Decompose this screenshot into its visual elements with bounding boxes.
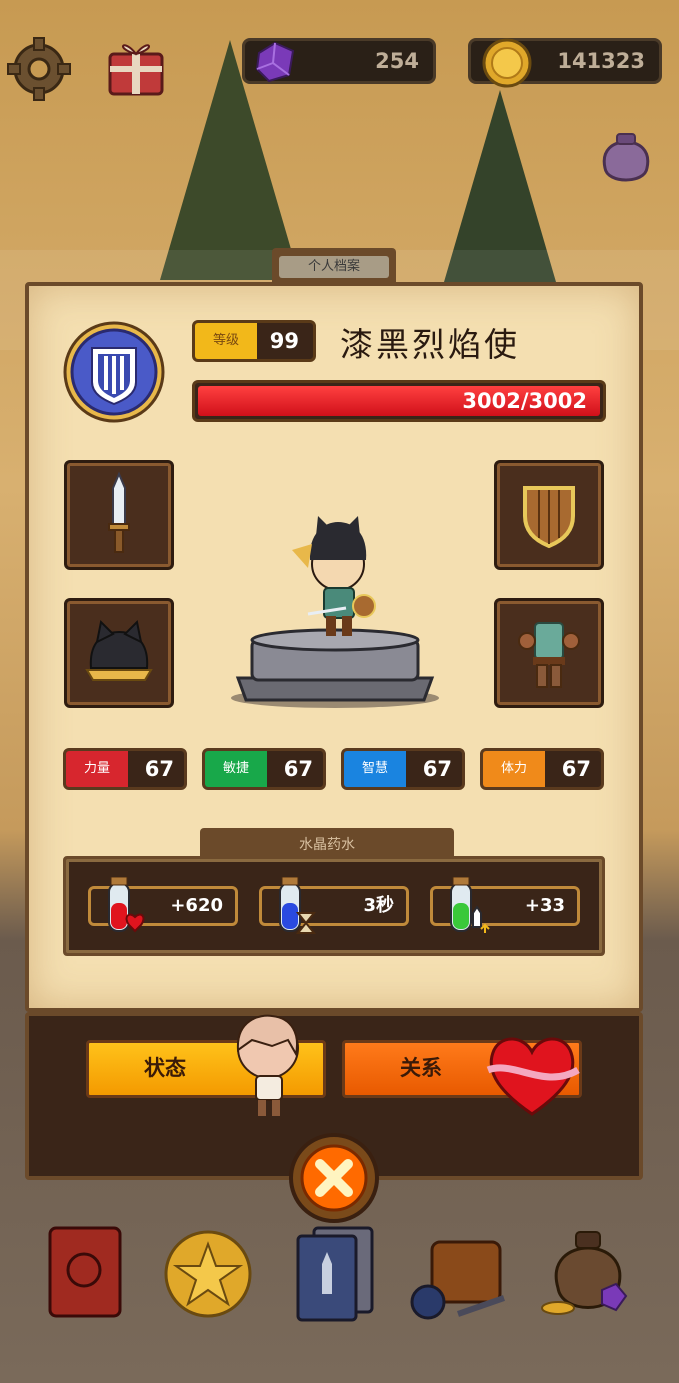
stat-value: 67 bbox=[561, 757, 591, 781]
stat-label: 智慧 bbox=[344, 751, 406, 787]
stat-value: 67 bbox=[283, 757, 313, 781]
stat-label: 敏捷 bbox=[205, 751, 267, 787]
stat-label: 体力 bbox=[483, 751, 545, 787]
stat-value: 67 bbox=[144, 757, 174, 781]
time-potion[interactable]: 3秒 bbox=[259, 877, 409, 934]
blue-hourglass-potion-icon bbox=[279, 877, 317, 934]
treasure-bag-icon bbox=[602, 133, 650, 182]
coin-counter: 141323 bbox=[468, 38, 662, 88]
hp-bar: 3002/3002 bbox=[192, 380, 606, 422]
hero-display bbox=[228, 510, 442, 710]
level-value: 99 bbox=[269, 329, 299, 353]
armor-slot[interactable] bbox=[494, 598, 604, 708]
close-icon bbox=[300, 1144, 368, 1212]
menu-achievements[interactable] bbox=[162, 1228, 254, 1320]
cat-ear-helmet-icon bbox=[85, 619, 153, 681]
stat-agility: 敏捷 67 bbox=[202, 748, 326, 790]
companion-sprite bbox=[236, 1014, 299, 1116]
adventure-bag-icon bbox=[410, 1240, 505, 1320]
loot-sack-icon bbox=[541, 1231, 628, 1315]
stat-strength: 力量 67 bbox=[63, 748, 187, 790]
shield-emblem-icon bbox=[63, 321, 165, 423]
gold-coin-icon bbox=[482, 38, 532, 88]
hero-character bbox=[231, 516, 439, 708]
purple-gem-icon bbox=[255, 41, 295, 83]
menu-loot[interactable] bbox=[540, 1224, 632, 1322]
relation-heart bbox=[484, 1030, 580, 1118]
level-label: 等级 bbox=[195, 323, 257, 359]
hp-text: 3002/3002 bbox=[462, 389, 587, 413]
profile-tab-title: 个人档案 bbox=[279, 256, 389, 278]
menu-cards[interactable] bbox=[292, 1224, 378, 1322]
menu-journal[interactable] bbox=[44, 1222, 126, 1322]
menu-inventory[interactable] bbox=[408, 1222, 512, 1324]
weapon-slot[interactable] bbox=[64, 460, 174, 570]
star-coin-icon bbox=[164, 1230, 252, 1318]
stat-wisdom: 智慧 67 bbox=[341, 748, 465, 790]
attack-potion[interactable]: +33 bbox=[430, 877, 580, 933]
hp-potion[interactable]: +620 bbox=[88, 877, 238, 933]
attack-potion-value: +33 bbox=[524, 895, 565, 916]
shield-slot[interactable] bbox=[494, 460, 604, 570]
treasure-bag-button[interactable] bbox=[595, 128, 657, 190]
companion-character bbox=[232, 1010, 302, 1122]
gem-counter: 254 bbox=[242, 38, 436, 84]
coin-count: 141323 bbox=[557, 49, 645, 73]
gift-button[interactable] bbox=[104, 34, 168, 98]
gear-icon bbox=[7, 37, 71, 101]
gem-count: 254 bbox=[375, 49, 419, 73]
hero-name: 漆黑烈焰使 bbox=[340, 325, 520, 364]
leather-armor-icon bbox=[518, 622, 580, 688]
ribbon-heart-icon bbox=[486, 1037, 580, 1116]
stat-value: 67 bbox=[422, 757, 452, 781]
journal-book-icon bbox=[48, 1226, 122, 1318]
dagger-icon bbox=[108, 471, 130, 553]
time-potion-value: 3秒 bbox=[363, 895, 394, 916]
profile-tab: 个人档案 bbox=[272, 248, 396, 284]
close-button[interactable] bbox=[289, 1133, 379, 1223]
stat-stamina: 体力 67 bbox=[480, 748, 604, 790]
card-deck-icon bbox=[296, 1226, 374, 1322]
wooden-shield-icon bbox=[523, 486, 575, 549]
green-sword-potion-icon bbox=[450, 877, 490, 933]
hp-potion-value: +620 bbox=[170, 895, 223, 916]
class-emblem bbox=[62, 320, 166, 424]
level-box: 等级 99 bbox=[192, 320, 316, 362]
stat-label: 力量 bbox=[66, 751, 128, 787]
gift-icon bbox=[108, 44, 164, 96]
red-heart-potion-icon bbox=[108, 877, 145, 933]
helmet-slot[interactable] bbox=[64, 598, 174, 708]
settings-button[interactable] bbox=[6, 36, 72, 102]
